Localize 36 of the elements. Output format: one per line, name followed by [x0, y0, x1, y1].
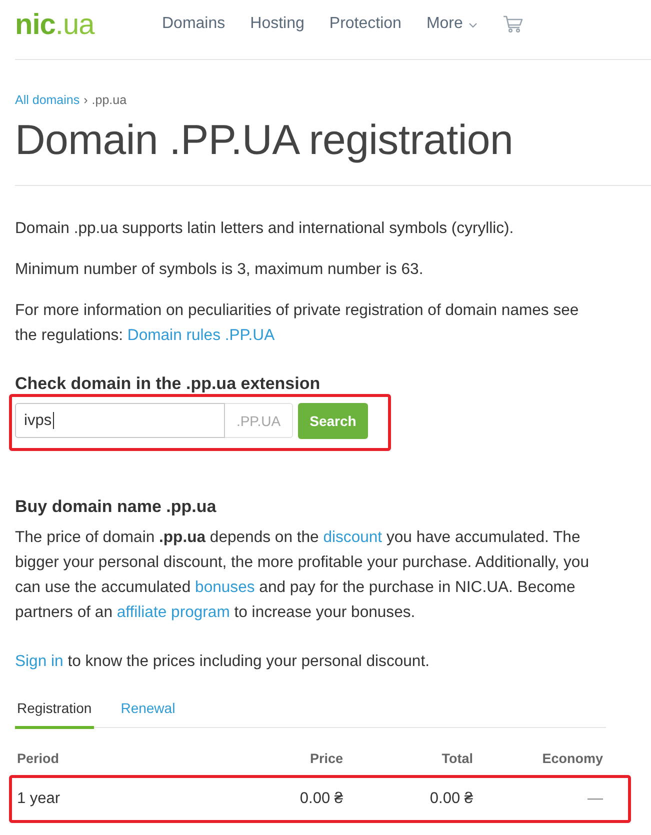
info-paragraph: For more information on peculiarities of private registration of domain names see the regulations: Domain rules .PP.UA [15, 301, 580, 346]
table-cell-text: 0.00 ₴ [298, 789, 343, 809]
column-header: Economy [541, 750, 603, 768]
text-link[interactable]: bonuses [195, 579, 255, 596]
column-header: Price [308, 750, 343, 768]
info-paragraph: Domain .pp.ua supports latin letters and international symbols (cyryllic). [15, 219, 515, 239]
page-title: Domain .PP.UA registration [15, 115, 514, 165]
tab[interactable]: Renewal [118, 698, 178, 729]
nav-link[interactable]: Protection [329, 15, 402, 33]
table-cell-text: 0.00 ₴ [428, 789, 473, 809]
nav-link[interactable]: Hosting [250, 15, 304, 33]
more-menu-button[interactable]: More [426, 15, 477, 33]
text-link[interactable]: affiliate program [116, 604, 230, 621]
breadcrumb-link[interactable]: All domains [15, 91, 80, 109]
domain-input[interactable]: ivps [15, 403, 225, 438]
info-paragraph: Minimum number of symbols is 3, maximum number is 63. [15, 260, 424, 280]
column-header: Period [17, 750, 60, 768]
search-button[interactable]: Search [298, 403, 368, 439]
text-link[interactable]: discount [323, 529, 382, 546]
section-heading: Buy domain name .pp.ua [15, 496, 218, 518]
column-header: Total [440, 750, 473, 768]
text-link[interactable]: Sign in [15, 653, 64, 670]
cart-icon[interactable] [502, 15, 523, 33]
nav-link[interactable]: Domains [162, 15, 226, 33]
table-cell-text: — [586, 789, 603, 809]
breadcrumb-separator: › [84, 92, 88, 109]
site-logo[interactable]: nic.ua [15, 8, 115, 42]
breadcrumb-current: .pp.ua [92, 92, 127, 109]
chevron-down-icon [468, 22, 477, 28]
table-cell-text: 1 year [17, 789, 62, 809]
section-heading: Check domain in the .pp.ua extension [15, 374, 322, 394]
info-paragraph: The price of domain .pp.ua depends on the discount you have accumulated. The bigger your personal discount, the more profitable your purchase. Additionally, you can use the accumulated bonuses and pay for the purchase in NIC.UA. Become partners of an affiliate program to increase your bonuses. [15, 528, 590, 623]
info-paragraph: Sign in to know the prices including your personal discount. [15, 652, 430, 672]
tab[interactable]: Registration [15, 698, 94, 729]
domain-suffix: .PP.UA [225, 403, 293, 438]
text-link[interactable]: Domain rules .PP.UA [127, 327, 275, 344]
